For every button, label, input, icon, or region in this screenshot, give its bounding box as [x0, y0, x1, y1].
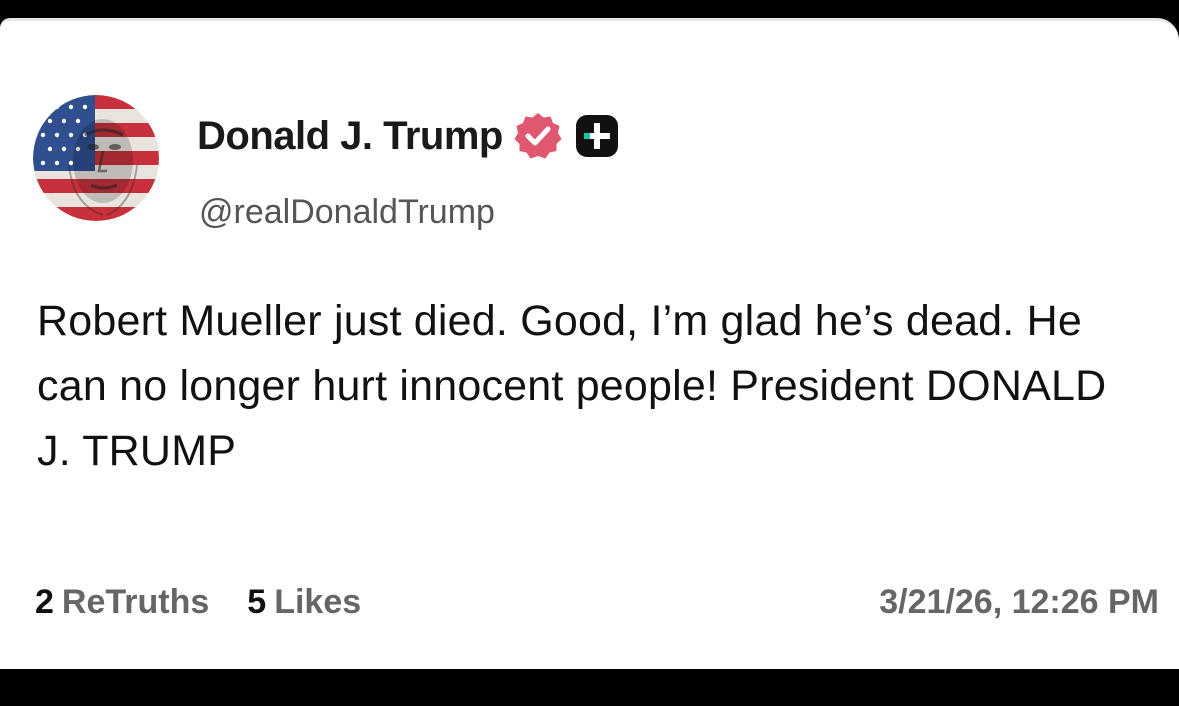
retruths-stat[interactable]: 2 ReTruths [35, 583, 209, 622]
likes-stat[interactable]: 5 Likes [247, 583, 361, 622]
post-stats: 2 ReTruths 5 Likes [35, 583, 361, 622]
top-black-border [0, 0, 1179, 14]
author-name-row: Donald J. Trump [197, 109, 619, 163]
flag-portrait-avatar-icon [33, 95, 159, 221]
retruths-count: 2 [35, 583, 54, 621]
likes-count: 5 [247, 583, 267, 621]
post-timestamp: 3/21/26, 12:26 PM [879, 583, 1159, 621]
author-display-name[interactable]: Donald J. Trump [197, 114, 503, 159]
post-body-text: Robert Mueller just died. Good, I’m glad… [37, 297, 1107, 475]
post-card: Donald J. Trump @realDonaldTrump Robert … [0, 18, 1179, 669]
avatar[interactable] [33, 95, 159, 221]
verified-badge-icon [513, 111, 563, 161]
likes-label: Likes [274, 583, 362, 621]
author-handle[interactable]: @realDonaldTrump [199, 193, 495, 232]
bottom-black-border [0, 669, 1179, 706]
plus-badge-icon [575, 114, 619, 158]
retruths-label: ReTruths [61, 583, 210, 621]
